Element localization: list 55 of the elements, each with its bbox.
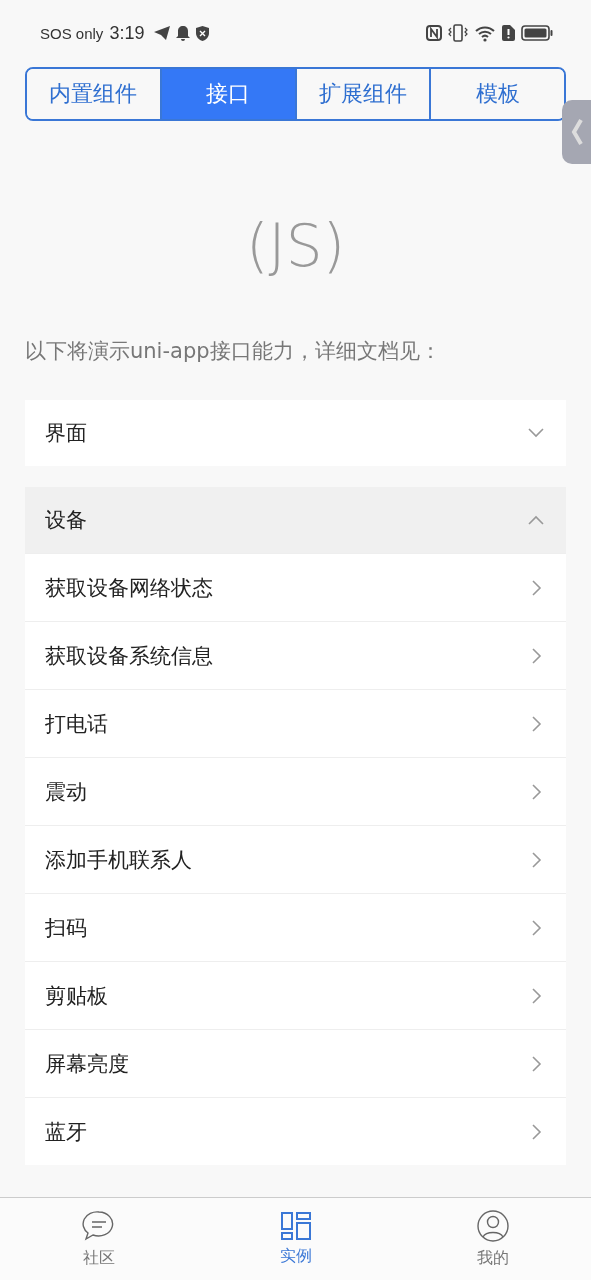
page-title: (JS) [244, 213, 347, 279]
item-label: 剪贴板 [45, 982, 109, 1010]
segment-tab[interactable]: 模板 [429, 69, 564, 119]
chevron-right-icon [532, 1123, 542, 1140]
clock: 3:19 [109, 22, 145, 44]
chevron-right-icon [532, 851, 542, 868]
list-item[interactable]: 获取设备网络状态 [25, 553, 566, 621]
wifi-icon [474, 24, 496, 42]
item-label: 获取设备系统信息 [45, 642, 214, 670]
chevron-right-icon [532, 987, 542, 1004]
tab-bar-item[interactable]: 我的 [394, 1198, 591, 1280]
item-label: 获取设备网络状态 [45, 574, 214, 602]
section-header[interactable]: 界面 [25, 400, 566, 466]
list-item[interactable]: 扫码 [25, 893, 566, 961]
section-header[interactable]: 设备 [25, 487, 566, 553]
chevron-left-icon [570, 118, 583, 146]
chevron-right-icon [532, 1055, 542, 1072]
chevron-down-icon [528, 428, 544, 438]
list-item[interactable]: 震动 [25, 757, 566, 825]
chevron-up-icon [528, 515, 544, 525]
bell-icon [176, 25, 191, 41]
list-item[interactable]: 添加手机联系人 [25, 825, 566, 893]
item-label: 扫码 [45, 914, 88, 942]
vibrate-icon [448, 24, 468, 42]
list-item[interactable]: 剪贴板 [25, 961, 566, 1029]
chat-icon [81, 1209, 116, 1242]
carrier-text: SOS only [40, 24, 104, 42]
send-icon [154, 26, 171, 40]
battery-icon [521, 25, 553, 41]
intro-text: 以下将演示uni-app接口能力，详细文档见： [25, 338, 442, 365]
chevron-right-icon [532, 647, 542, 664]
tab-bar-item[interactable]: 实例 [197, 1198, 394, 1280]
item-label: 打电话 [45, 710, 109, 738]
list-item[interactable]: 屏幕亮度 [25, 1029, 566, 1097]
item-label: 添加手机联系人 [45, 846, 193, 874]
chevron-right-icon [532, 919, 542, 936]
grid-icon [280, 1211, 311, 1240]
segment-tab[interactable]: 接口 [159, 69, 295, 119]
chevron-right-icon [532, 579, 542, 596]
list-item[interactable]: 打电话 [25, 689, 566, 757]
item-label: 震动 [45, 778, 88, 806]
tab-bar-item[interactable]: 社区 [0, 1198, 197, 1280]
sim-alert-icon [502, 25, 515, 41]
item-label: 蓝牙 [45, 1118, 88, 1146]
chevron-right-icon [532, 783, 542, 800]
section-label: 界面 [45, 420, 88, 447]
item-label: 屏幕亮度 [45, 1050, 130, 1078]
list-item[interactable]: 蓝牙 [25, 1097, 566, 1165]
side-drawer-handle[interactable] [562, 100, 591, 164]
user-icon [476, 1209, 509, 1242]
section-label: 设备 [45, 507, 88, 534]
chevron-right-icon [532, 715, 542, 732]
shield-icon [196, 25, 210, 41]
nfc-icon [426, 25, 442, 41]
list-item[interactable]: 获取设备系统信息 [25, 621, 566, 689]
